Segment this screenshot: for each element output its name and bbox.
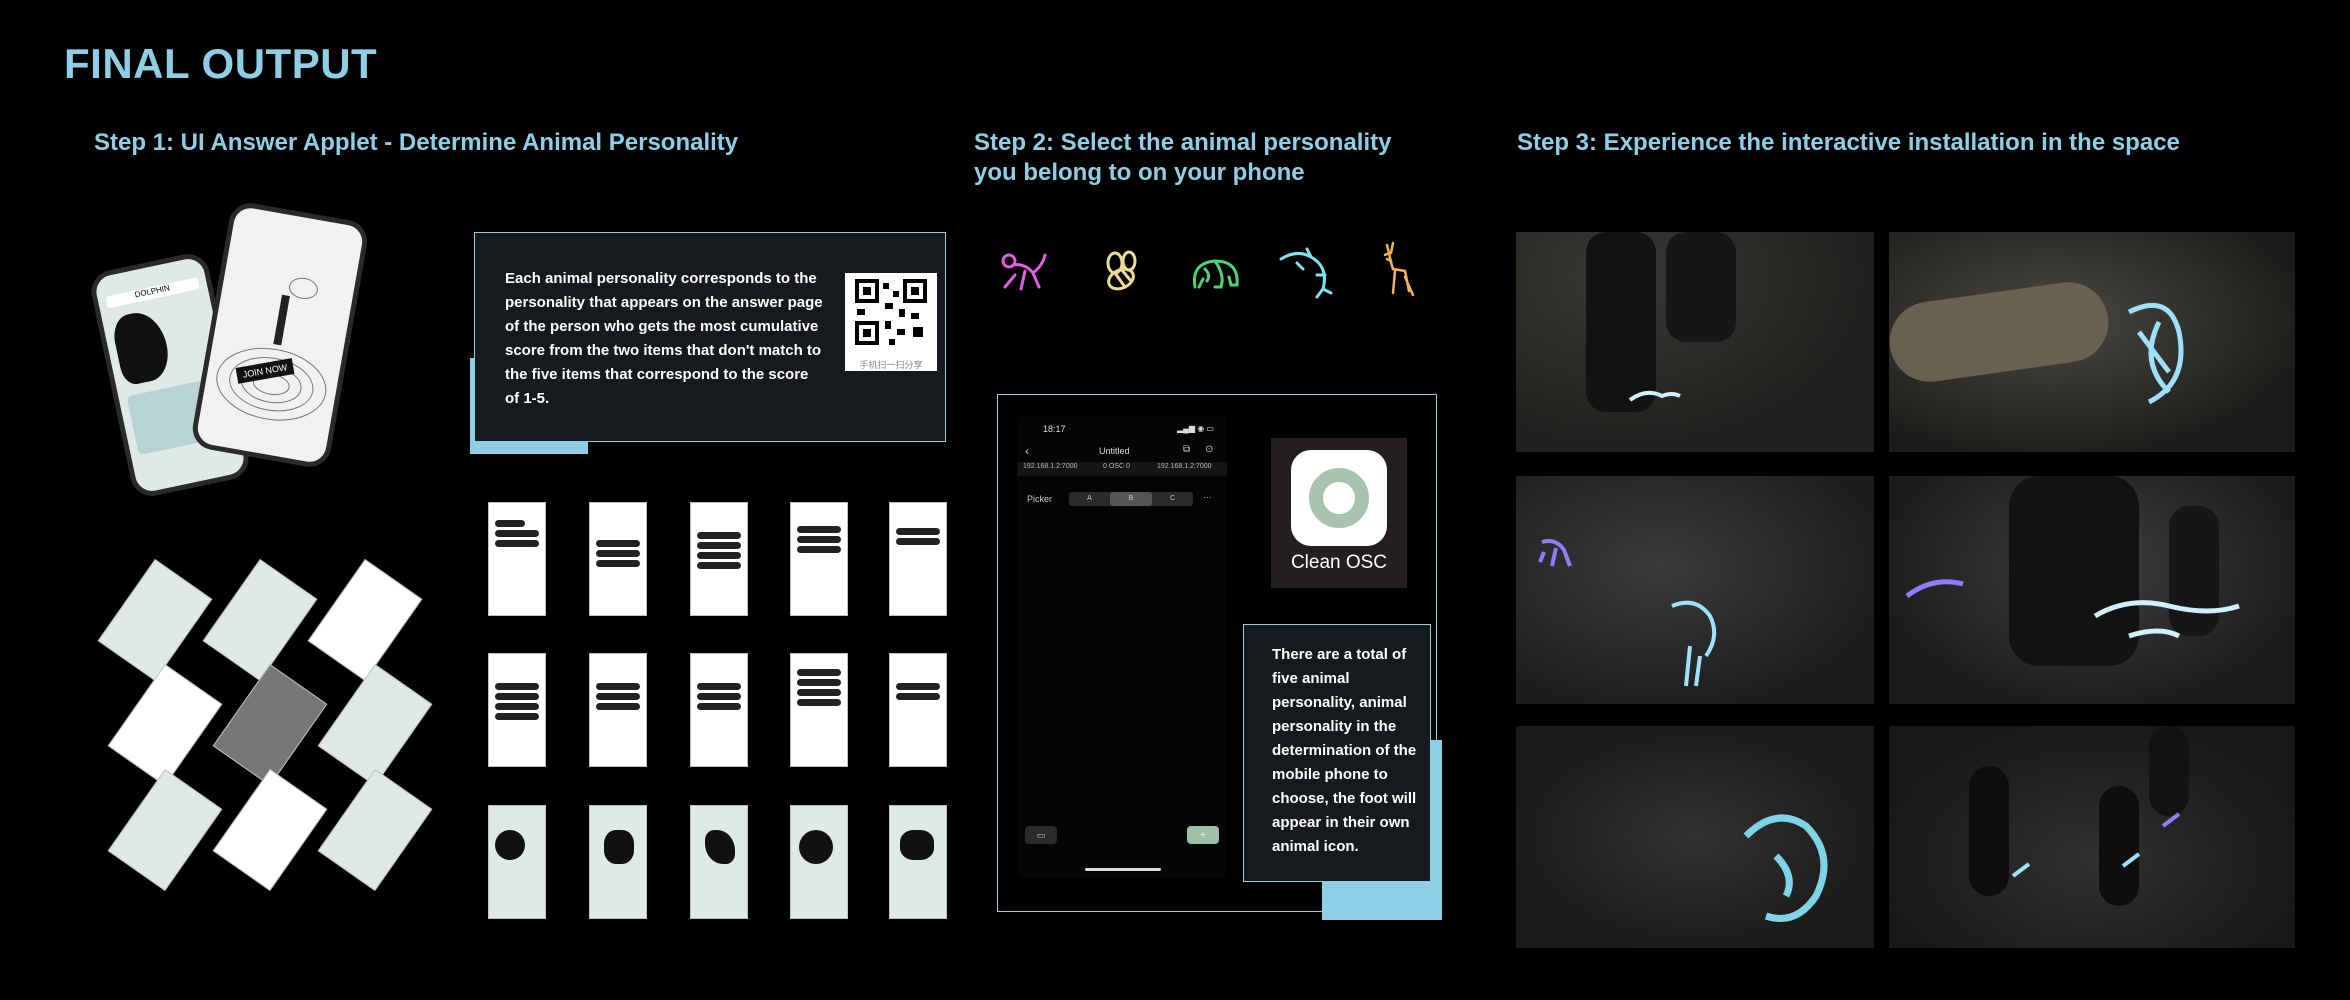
animal-icons-row: [995, 241, 1425, 309]
screen-thumb: [317, 768, 433, 892]
step3-heading: Step 3: Experience the interactive insta…: [1517, 129, 2180, 156]
answer-screen-thumb: [690, 502, 748, 616]
glow-footprint-icon: [1905, 579, 1964, 599]
phone-mockup-right: JOIN NOW: [189, 199, 371, 471]
status-icons: ▂▄▆ ◉ ▭: [1177, 424, 1214, 433]
result-screen-thumb: [589, 805, 647, 919]
step2-heading: Step 2: Select the animal personality yo…: [974, 129, 1392, 186]
picker-option-a[interactable]: A: [1069, 492, 1110, 506]
screen-thumb: [107, 663, 223, 787]
glow-footprint-icon: [2121, 852, 2141, 868]
glow-dolphin-icon: [2127, 302, 2184, 405]
glow-dolphin-icon: [1671, 600, 1717, 687]
folder-button[interactable]: ▭: [1025, 826, 1057, 844]
swirl-illustration: [216, 277, 327, 421]
result-screen-thumb: [690, 805, 748, 919]
home-indicator: [1085, 868, 1161, 871]
clean-osc-app-icon[interactable]: Clean OSC: [1271, 438, 1407, 588]
bee-icon[interactable]: [1097, 247, 1145, 301]
more-button[interactable]: ···: [1203, 492, 1212, 502]
installation-photo-1: [1516, 232, 1874, 452]
elephant-icon[interactable]: [1185, 251, 1245, 301]
picker-segmented: A B C: [1069, 492, 1193, 506]
picker-option-c[interactable]: C: [1152, 492, 1193, 506]
page-title: FINAL OUTPUT: [64, 40, 378, 87]
clean-osc-label: Clean OSC: [1290, 552, 1388, 573]
answer-screen-thumb: [790, 653, 848, 767]
step2-description: There are a total of five animal persona…: [1272, 646, 1417, 855]
deer-icon[interactable]: [1375, 241, 1419, 305]
dolphin-icon[interactable]: [1277, 245, 1337, 301]
qr-code[interactable]: 手机扫一扫分享: [845, 273, 937, 371]
result-screen-thumb: [488, 805, 546, 919]
screen-thumb: [107, 768, 223, 892]
ring-icon: [1309, 468, 1369, 528]
clean-osc-app-screen: 18:17 ▂▄▆ ◉ ▭ ‹ Untitled ⧉ ⊙ 192.168.1.2…: [1017, 416, 1227, 878]
step1-description-box: Each animal personality corresponds to t…: [474, 232, 946, 442]
back-icon[interactable]: ‹: [1025, 444, 1029, 458]
scattered-screens-group: [97, 558, 450, 900]
glow-dolphin-icon: [1743, 814, 1828, 922]
result-screen-thumb: [790, 805, 848, 919]
answer-screen-thumb: [589, 502, 647, 616]
installation-photo-2: [1889, 232, 2295, 452]
glow-footprint-icon: [2011, 862, 2031, 878]
dolphin-silhouette: [109, 307, 174, 387]
screen-thumb: [212, 663, 328, 787]
status-time: 18:17: [1043, 424, 1066, 434]
installation-photo-3: [1516, 476, 1874, 704]
screen-thumb: [97, 558, 213, 682]
installation-photo-4: [1889, 476, 2295, 704]
ip-left: 192.168.1.2:7000: [1023, 463, 1078, 470]
monkey-icon[interactable]: [995, 245, 1051, 301]
doc-title[interactable]: Untitled: [1099, 446, 1130, 456]
step2-description-box: There are a total of five animal persona…: [1243, 624, 1431, 882]
ip-right: 192.168.1.2:7000: [1157, 463, 1212, 470]
answer-screens-grid: [488, 502, 948, 920]
osc-status: 0 OSC 0: [1103, 463, 1130, 470]
clean-osc-logo: [1291, 450, 1387, 546]
answer-screen-thumb: [790, 502, 848, 616]
result-screen-thumb: [889, 805, 947, 919]
screen-thumb: [212, 768, 328, 892]
answer-screen-thumb: [690, 653, 748, 767]
answer-screen-thumb: [488, 502, 546, 616]
installation-photo-5: [1516, 726, 1874, 948]
glow-footprint-icon: [1628, 390, 1681, 402]
glow-monkey-icon: [1538, 539, 1572, 567]
qr-code-icon: [855, 279, 927, 345]
copy-icon[interactable]: ⧉: [1183, 444, 1190, 455]
answer-screen-thumb: [889, 502, 947, 616]
answer-screen-thumb: [488, 653, 546, 767]
phone-mockup-group: DOLPHIN JOIN NOW: [87, 199, 380, 530]
screen-thumb: [317, 663, 433, 787]
picker-label: Picker: [1027, 494, 1053, 504]
step1-heading: Step 1: UI Answer Applet - Determine Ani…: [94, 129, 739, 156]
answer-screen-thumb: [589, 653, 647, 767]
glow-footprint-icon: [2161, 812, 2181, 828]
screen-thumb: [202, 558, 318, 682]
settings-icon[interactable]: ⊙: [1205, 444, 1213, 455]
phone-header: DOLPHIN: [105, 277, 200, 309]
picker-option-b[interactable]: B: [1110, 492, 1152, 506]
qr-caption: 手机扫一扫分享: [859, 360, 923, 370]
glow-footprint-icon: [2093, 600, 2240, 639]
answer-screen-thumb: [889, 653, 947, 767]
add-button[interactable]: +: [1187, 826, 1219, 844]
installation-photo-6: [1889, 726, 2295, 948]
screen-thumb: [307, 558, 423, 682]
step1-description: Each animal personality corresponds to t…: [505, 270, 823, 407]
